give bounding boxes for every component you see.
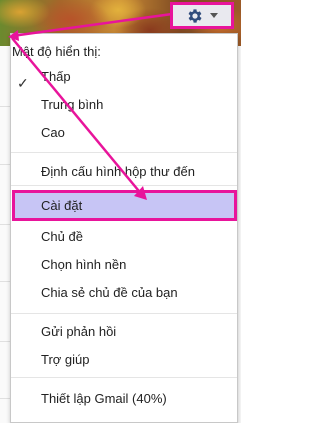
menu-divider (11, 377, 237, 378)
help-item[interactable]: Trợ giúp (41, 352, 90, 367)
density-label: Mật độ hiển thị: (12, 44, 101, 59)
menu-divider (11, 185, 237, 186)
gear-icon (186, 7, 204, 25)
gmail-setup-item[interactable]: Thiết lập Gmail (40%) (41, 391, 167, 406)
settings-gear-button[interactable] (170, 2, 234, 29)
density-option-medium[interactable]: Trung bình (41, 97, 103, 112)
configure-inbox-item[interactable]: Định cấu hình hộp thư đến (41, 164, 195, 179)
density-option-low[interactable]: Thấp (41, 69, 71, 84)
chevron-down-icon (210, 12, 218, 19)
settings-item[interactable]: Cài đặt (41, 198, 82, 213)
menu-divider (11, 152, 237, 153)
share-theme-item[interactable]: Chia sẻ chủ đề của bạn (41, 285, 178, 300)
gmail-settings-screen: Mật độ hiển thị: ✓ Thấp Trung bình Cao Đ… (0, 0, 241, 423)
background-item[interactable]: Chọn hình nền (41, 257, 126, 272)
menu-divider (11, 313, 237, 314)
send-feedback-item[interactable]: Gửi phản hồi (41, 324, 116, 339)
themes-item[interactable]: Chủ đề (41, 229, 83, 244)
check-icon: ✓ (17, 75, 29, 91)
density-option-high[interactable]: Cao (41, 125, 65, 140)
settings-dropdown-menu: Mật độ hiển thị: ✓ Thấp Trung bình Cao Đ… (10, 33, 238, 423)
